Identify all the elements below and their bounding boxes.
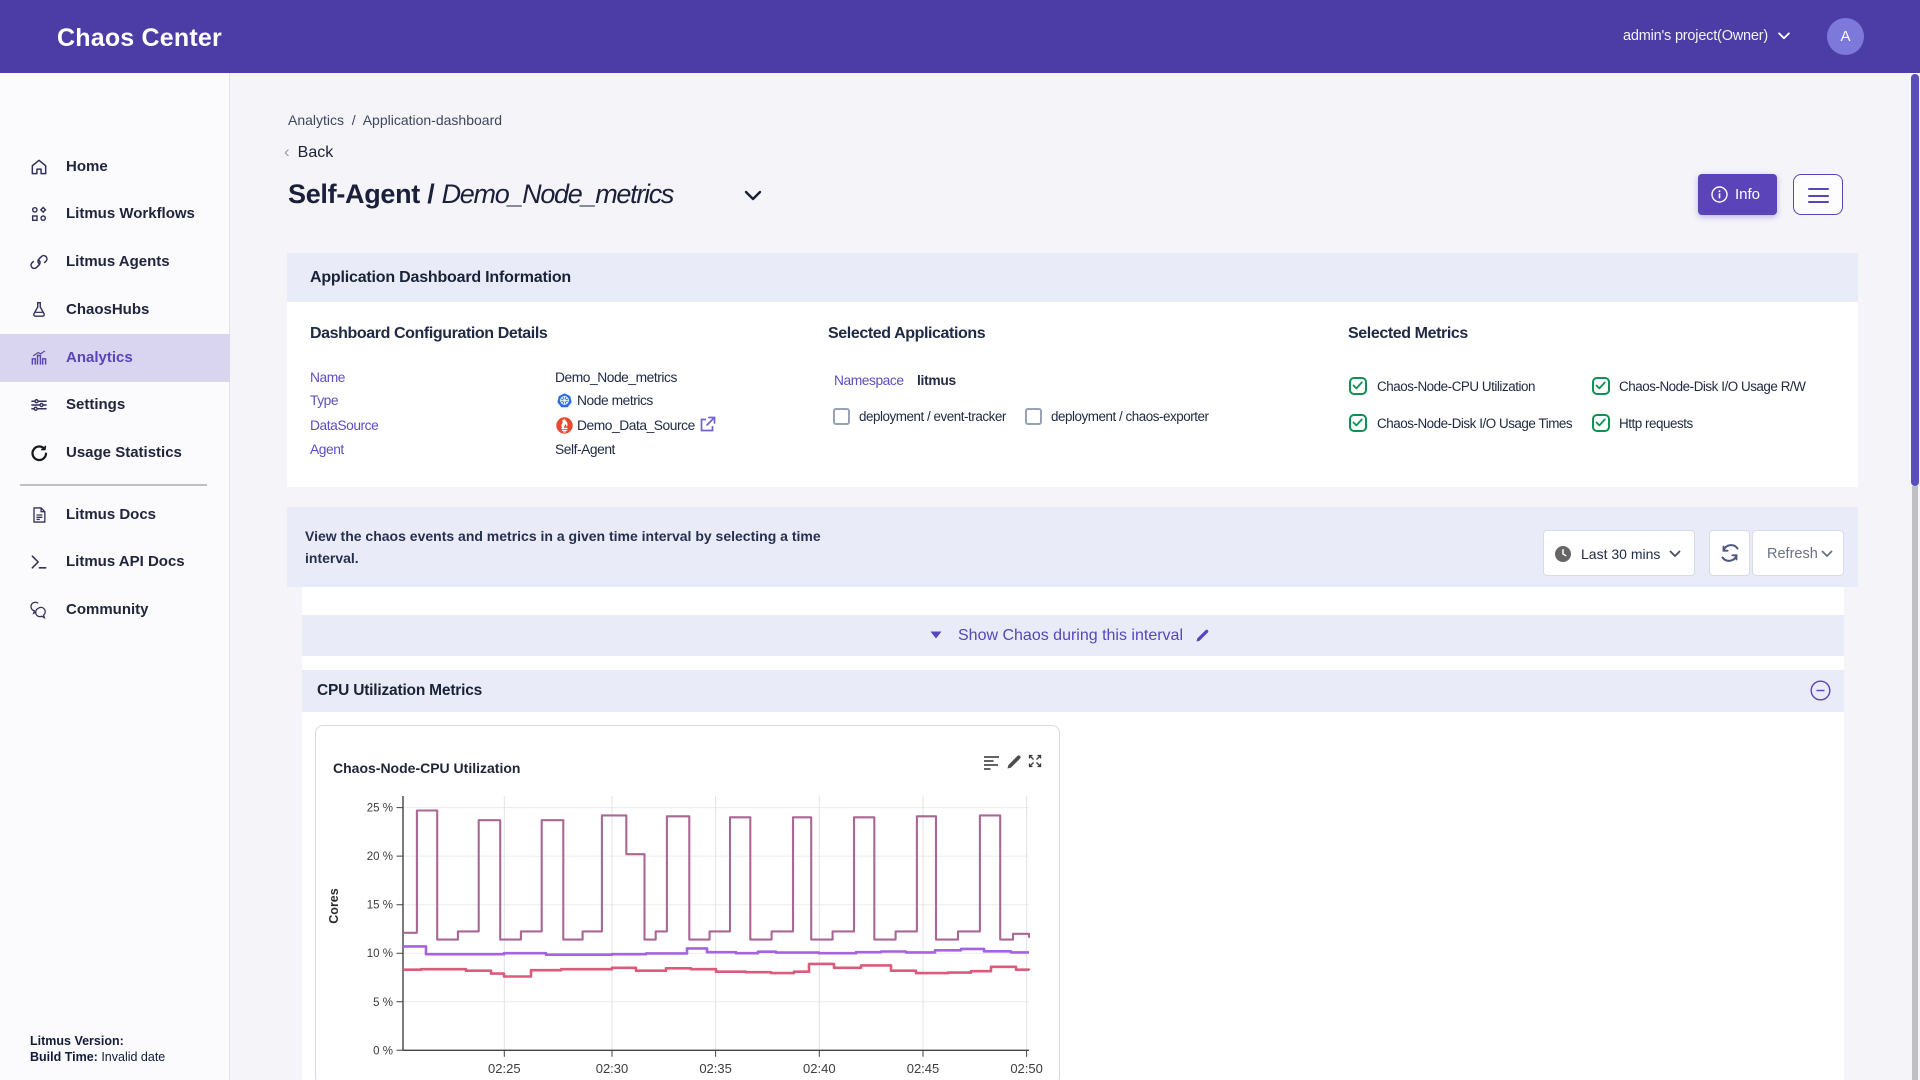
svg-text:02:35: 02:35 (699, 1061, 732, 1076)
svg-text:20 %: 20 % (367, 851, 393, 863)
svg-text:5 %: 5 % (373, 997, 393, 1009)
svg-text:02:50: 02:50 (1010, 1061, 1043, 1076)
svg-text:0 %: 0 % (373, 1045, 393, 1057)
svg-text:25 %: 25 % (367, 803, 393, 815)
svg-text:15 %: 15 % (367, 900, 393, 912)
svg-text:Cores: Cores (327, 888, 341, 923)
svg-text:02:30: 02:30 (596, 1061, 629, 1076)
svg-text:02:40: 02:40 (803, 1061, 836, 1076)
svg-text:10 %: 10 % (367, 948, 393, 960)
svg-text:02:25: 02:25 (488, 1061, 521, 1076)
svg-text:02:45: 02:45 (907, 1061, 940, 1076)
